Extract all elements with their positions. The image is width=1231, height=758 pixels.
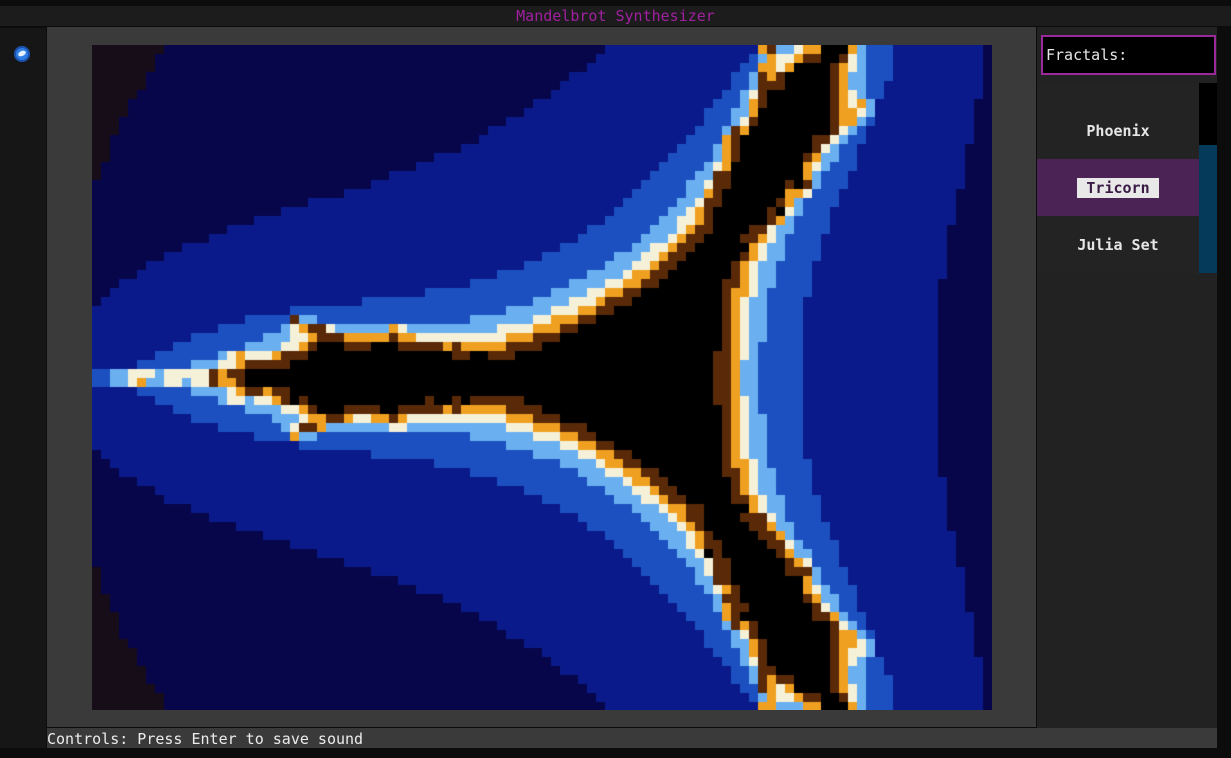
fractals-header: Fractals: (1041, 35, 1216, 75)
fractal-canvas[interactable] (92, 45, 992, 710)
left-toolbar (0, 28, 46, 748)
list-item-label: Tricorn (1077, 177, 1159, 198)
list-item-julia-set[interactable]: Julia Set (1037, 216, 1199, 273)
fractal-list[interactable]: Phoenix Tricorn Julia Set (1037, 83, 1199, 273)
app-logo-icon[interactable] (14, 46, 30, 62)
list-item-phoenix[interactable]: Phoenix (1037, 83, 1199, 159)
window-title: Mandelbrot Synthesizer (0, 6, 1231, 26)
fractal-view[interactable] (92, 45, 992, 710)
list-item-label: Phoenix (1086, 121, 1150, 140)
list-item-tricorn[interactable]: Tricorn (1037, 159, 1199, 216)
controls-hint: Controls: Press Enter to save sound (47, 728, 1217, 748)
list-scrollbar-thumb[interactable] (1199, 145, 1217, 273)
app-window: Mandelbrot Synthesizer Fractals: Phoenix… (0, 0, 1231, 758)
list-item-label: Julia Set (1077, 235, 1159, 254)
